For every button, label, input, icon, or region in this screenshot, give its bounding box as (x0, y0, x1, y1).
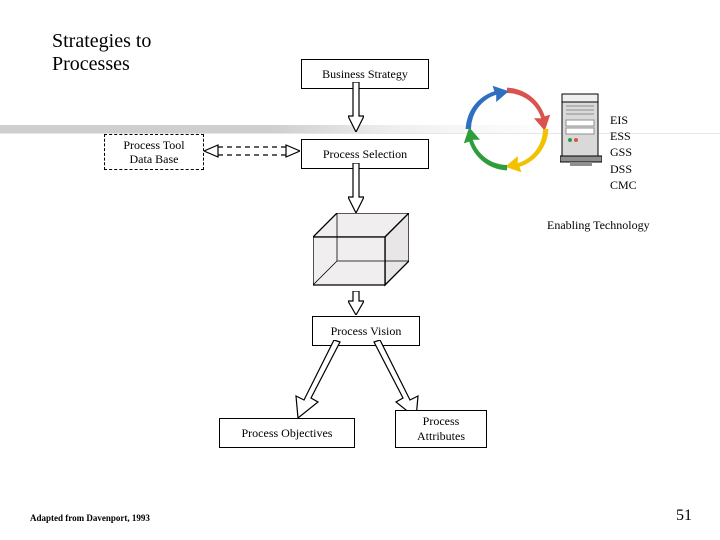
node-label: Business Strategy (322, 67, 408, 82)
cycle-icon (462, 84, 552, 174)
page-title: Strategies to Processes (52, 30, 252, 76)
tech-item-gss: GSS (610, 144, 637, 160)
node-label-line1: Process (423, 414, 460, 429)
tech-list: EIS ESS GSS DSS CMC (610, 112, 637, 193)
node-process-attributes: Process Attributes (395, 410, 487, 448)
arrow-down-icon (348, 82, 364, 132)
tech-item-dss: DSS (610, 161, 637, 177)
node-process-tool-db: Process Tool Data Base (104, 134, 204, 170)
arrow-down-left-icon (290, 340, 346, 418)
tech-item-eis: EIS (610, 112, 637, 128)
enabling-tech-label: Enabling Technology (547, 218, 650, 233)
node-process-selection: Process Selection (301, 139, 429, 169)
node-label-line1: Process Tool (123, 138, 184, 152)
tech-item-cmc: CMC (610, 177, 637, 193)
node-label-line2: Data Base (130, 152, 179, 166)
arrow-down-right-icon (368, 340, 424, 418)
tech-item-ess: ESS (610, 128, 637, 144)
slide-number: 51 (676, 507, 692, 525)
node-process-objectives: Process Objectives (219, 418, 355, 448)
node-label-line2: Attributes (417, 429, 465, 444)
cube-icon (313, 213, 409, 289)
title-line1: Strategies to (52, 30, 252, 53)
node-label: Process Selection (323, 147, 407, 162)
title-line2: Processes (52, 53, 252, 76)
node-label: Process Vision (331, 324, 402, 339)
node-label: Process Objectives (242, 426, 333, 441)
arrow-bidirectional-dashed-icon (204, 141, 300, 161)
node-business-strategy: Business Strategy (301, 59, 429, 89)
arrow-down-icon (348, 163, 364, 213)
arrow-down-icon (348, 291, 364, 315)
footer-citation: Adapted from Davenport, 1993 (30, 513, 150, 523)
server-icon (560, 92, 602, 176)
